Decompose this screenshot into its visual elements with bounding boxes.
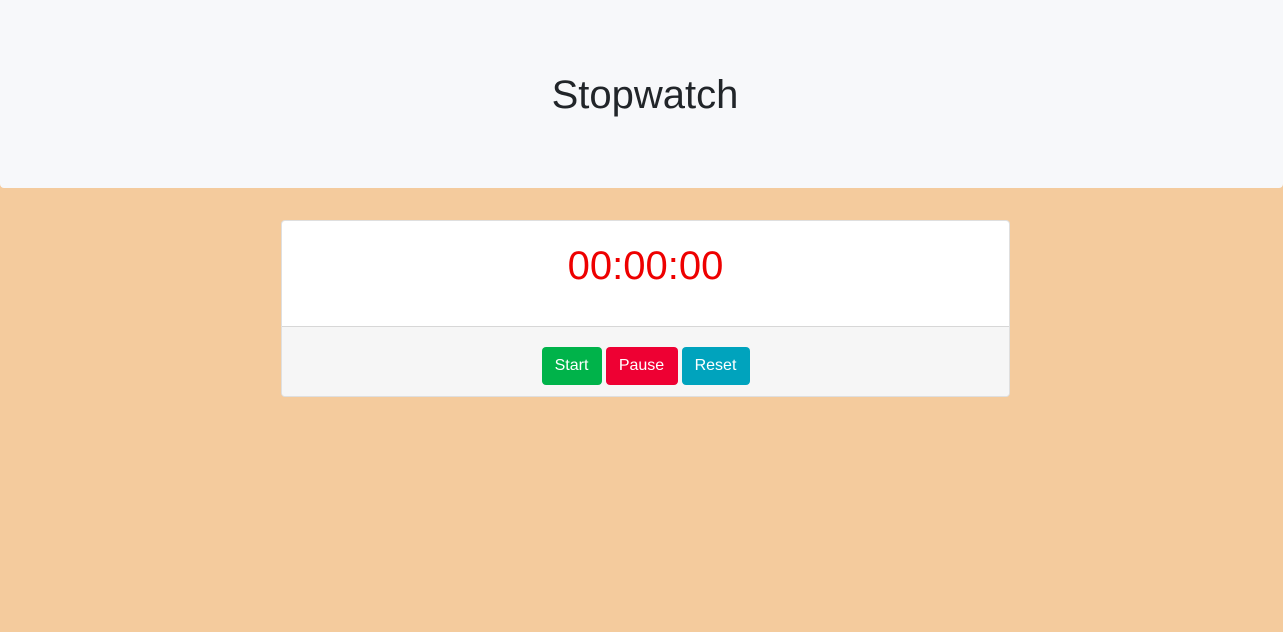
- start-button[interactable]: Start: [541, 347, 602, 385]
- reset-button[interactable]: Reset: [681, 347, 750, 385]
- stopwatch-card: 00:00:00 Start Pause Reset: [281, 220, 1010, 397]
- stopwatch-controls: Start Pause Reset: [282, 326, 1009, 396]
- pause-button[interactable]: Pause: [605, 347, 678, 385]
- page-header: Stopwatch: [0, 0, 1283, 188]
- time-display: 00:00:00: [567, 244, 724, 288]
- stopwatch-display-area: 00:00:00: [282, 221, 1009, 326]
- page-title: Stopwatch: [551, 73, 739, 117]
